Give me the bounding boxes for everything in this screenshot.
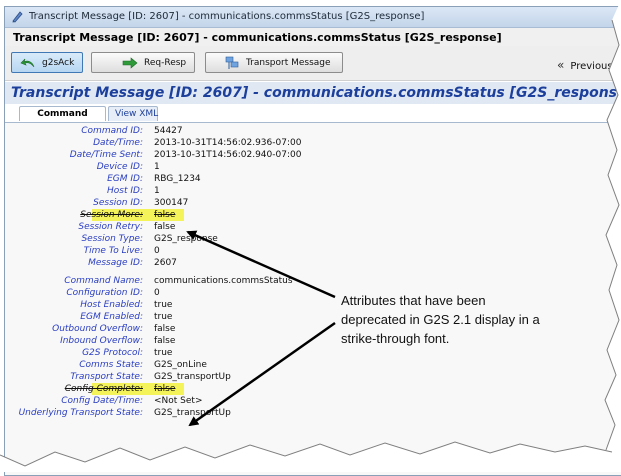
arrow-to-session-more — [186, 230, 336, 299]
callout-arrows — [0, 0, 621, 472]
arrow-to-config-complete — [188, 321, 336, 427]
torn-edge-bottom — [0, 442, 621, 472]
torn-edge-right — [605, 0, 621, 472]
